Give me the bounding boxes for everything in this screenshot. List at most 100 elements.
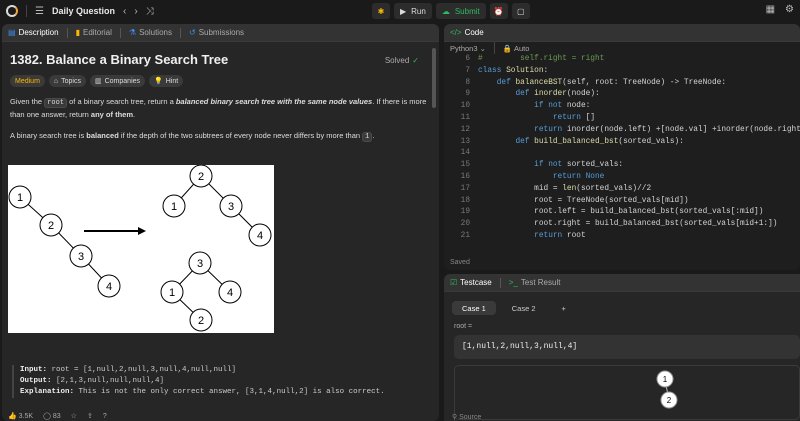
help-icon[interactable]: ?	[103, 413, 107, 420]
tree-node-label: 2	[198, 171, 204, 183]
divider	[499, 277, 501, 288]
tab-solutions-label: Solutions	[139, 28, 172, 37]
top-bar: ☰ Daily Question ‹ › ⤨ ✱ ▶ Run ☁ Submit ⏰ …	[0, 0, 800, 22]
companies-chip[interactable]: ▥ Companies	[89, 75, 146, 87]
alarm-icon: ⏰	[493, 6, 504, 16]
code-token: (sorted_vals)//2	[576, 184, 652, 193]
code-line[interactable]: 18 root = TreeNode(sorted_vals[mid])	[444, 196, 800, 208]
code-line[interactable]: 9 def inorder(node):	[444, 89, 800, 101]
explanation-label: Explanation:	[20, 388, 75, 396]
code-tabbar: </> Code	[444, 24, 800, 42]
case-2-tab[interactable]: Case 2	[502, 301, 546, 315]
problem-list-title[interactable]: Daily Question	[52, 6, 115, 16]
case-1-tab[interactable]: Case 1	[452, 301, 496, 315]
description-panel: ▤ Description ▮ Editorial ⚗ Solutions ↺ Subm…	[2, 24, 439, 421]
code-line[interactable]: 21 return root	[444, 231, 800, 243]
timer-button[interactable]: ⏰	[489, 3, 508, 19]
chevron-down-icon: ⌄	[479, 43, 486, 53]
tab-testcase[interactable]: ☑ Testcase	[450, 278, 492, 287]
line-number: 21	[460, 231, 470, 240]
solved-status: Solved ✓	[385, 56, 419, 65]
code-line[interactable]: 12 return inorder(node.left) +[node.val]…	[444, 125, 800, 137]
tree-node-label: 1	[169, 287, 175, 299]
debug-button[interactable]: ✱	[372, 3, 390, 19]
line-number: 16	[460, 172, 470, 181]
like-button[interactable]: 👍 3.5K	[8, 412, 33, 420]
topics-chip[interactable]: ⌂ Topics	[48, 75, 86, 87]
layout-icon[interactable]: ▦	[766, 4, 775, 15]
document-icon: ▤	[8, 28, 16, 37]
code-line[interactable]: 10 if not node:	[444, 101, 800, 113]
saved-status: Saved	[450, 259, 470, 266]
tab-code[interactable]: </> Code	[450, 28, 484, 37]
gear-icon[interactable]: ⚙	[785, 4, 794, 15]
chevron-right-icon[interactable]: ›	[134, 6, 137, 17]
testcase-input[interactable]: [1,null,2,null,3,null,4]	[454, 335, 800, 359]
scrollbar[interactable]	[432, 48, 436, 108]
tab-test-result[interactable]: >_ Test Result	[509, 278, 561, 287]
code-token: len	[562, 184, 577, 193]
language-select[interactable]: Python3 ⌄	[450, 44, 486, 53]
code-line[interactable]: 7 class Solution:	[444, 66, 800, 78]
shuffle-icon[interactable]: ⤨	[146, 6, 154, 17]
page-title[interactable]: 1382. Balance a Binary Search Tree	[10, 52, 431, 67]
code-icon: </>	[450, 28, 462, 37]
code-line[interactable]: 8 def balanceBST(self, root: TreeNode) -…	[444, 78, 800, 90]
tab-submissions-label: Submissions	[198, 28, 245, 37]
tab-testcase-label: Testcase	[460, 278, 492, 287]
code-line[interactable]: 13 def build_balanced_bst(sorted_vals):	[444, 137, 800, 149]
code-token: (self, root: TreeNode) -> TreeNode:	[562, 78, 726, 87]
run-button[interactable]: ▶ Run	[394, 3, 432, 19]
test-tabbar: ☑ Testcase >_ Test Result	[444, 274, 800, 292]
logo-icon[interactable]	[6, 5, 18, 17]
code-token: root.left = build_balanced_bst(sorted_va…	[478, 208, 764, 217]
code-token: mid =	[478, 184, 563, 193]
comments-button[interactable]: ◯ 83	[43, 412, 61, 420]
check-circle-icon: ✓	[412, 56, 419, 65]
tree-node-label: 2	[48, 220, 54, 232]
code-line[interactable]: 15 if not sorted_vals:	[444, 160, 800, 172]
code-toolbar: Python3 ⌄ 🔒 Auto	[444, 42, 800, 54]
input-value: root = [1,null,2,null,3,null,4,null,null…	[51, 366, 237, 374]
divider	[26, 5, 27, 17]
add-case-button[interactable]: +	[552, 301, 576, 315]
tab-solutions[interactable]: ⚗ Solutions	[129, 28, 172, 37]
code-line[interactable]: 16 return None	[444, 172, 800, 184]
lightbulb-icon: 💡	[154, 78, 163, 85]
cloud-upload-icon: ☁	[441, 6, 450, 16]
line-number: 8	[465, 78, 470, 87]
topics-label: Topics	[61, 77, 81, 85]
code-token: root	[566, 231, 586, 240]
output-value: [2,1,3,null,null,null,4]	[56, 377, 165, 385]
tree-node-label: 1	[17, 192, 23, 204]
source-link[interactable]: ⚲ Source	[452, 413, 481, 421]
code-token: def	[496, 78, 516, 87]
auto-label: Auto	[513, 43, 530, 53]
code-line[interactable]: 6 # self.right = right	[444, 54, 800, 66]
tab-editorial[interactable]: ▮ Editorial	[76, 28, 112, 37]
tab-submissions[interactable]: ↺ Submissions	[189, 28, 244, 37]
list-icon[interactable]: ☰	[35, 6, 44, 17]
code-line[interactable]: 20 root.right = build_balanced_bst(sorte…	[444, 219, 800, 231]
hint-chip[interactable]: 💡 Hint	[149, 75, 184, 87]
code-line[interactable]: 19 root.left = build_balanced_bst(sorted…	[444, 207, 800, 219]
autocomplete-toggle[interactable]: 🔒 Auto	[503, 44, 529, 53]
code-line[interactable]: 14	[444, 148, 800, 160]
likes-count: 3.5K	[18, 413, 34, 420]
code-line[interactable]: 17 mid = len(sorted_vals)//2	[444, 184, 800, 196]
star-icon[interactable]: ☆	[71, 412, 77, 420]
example-figure: 1 2 3 4 2 1 3 4 3 1 4 2	[8, 164, 274, 333]
tab-description[interactable]: ▤ Description	[8, 28, 59, 37]
code-editor[interactable]: 6 # self.right = right 7 class Solution: 8 d…	[444, 54, 800, 243]
chevron-left-icon[interactable]: ‹	[123, 6, 126, 17]
hint-label: Hint	[165, 77, 179, 85]
code-line[interactable]: 11 return []	[444, 113, 800, 125]
line-number: 20	[460, 220, 470, 229]
notes-button[interactable]: ▢	[511, 3, 530, 19]
share-icon[interactable]: ⇪	[87, 412, 93, 420]
submit-button[interactable]: ☁ Submit	[435, 3, 486, 19]
